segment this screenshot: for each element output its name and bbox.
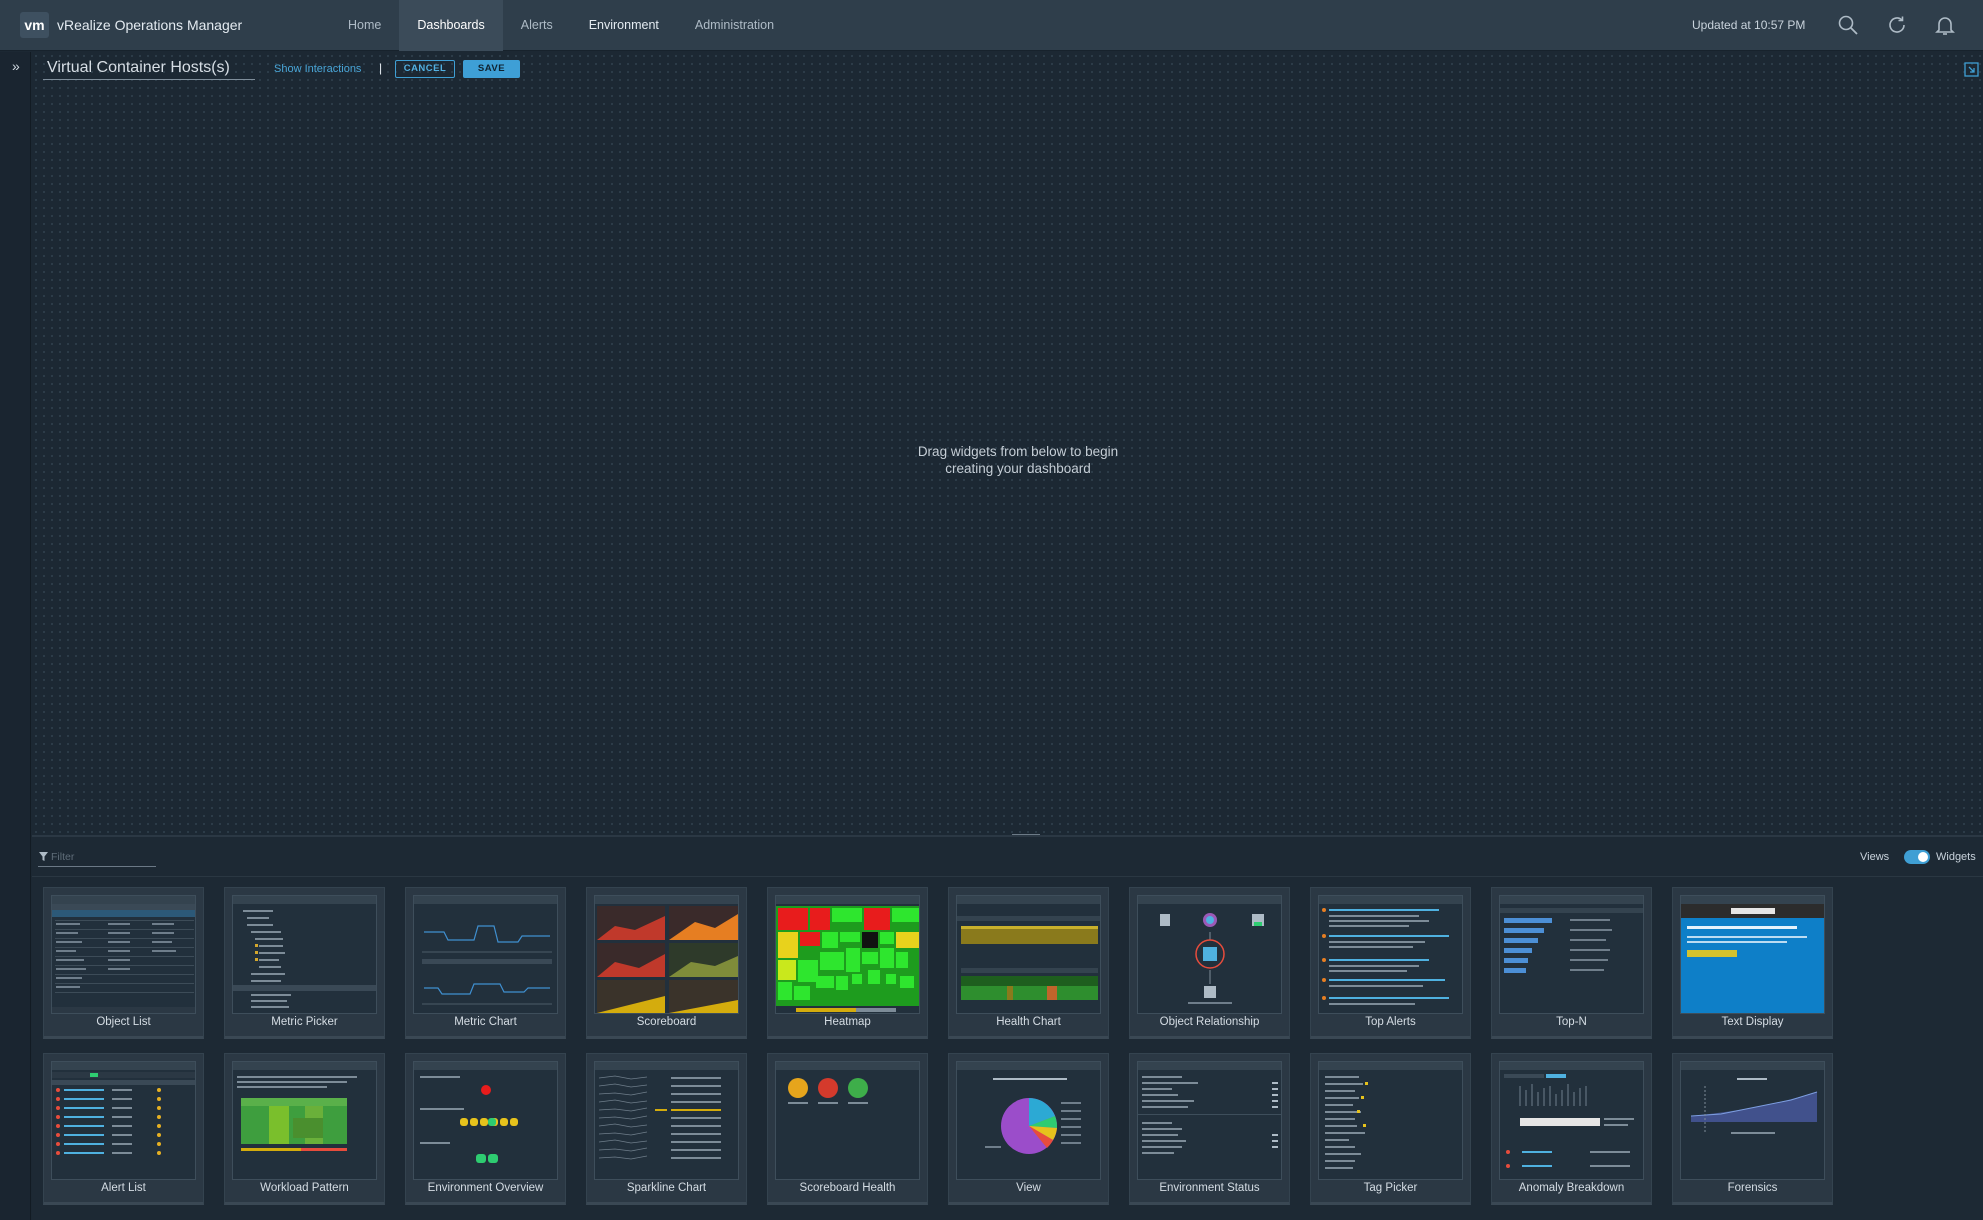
widget-thumbnail <box>1318 1061 1463 1180</box>
top-navigation-bar: vm vRealize Operations Manager Home Dash… <box>0 0 1983 51</box>
widget-tile-heatmap[interactable]: Heatmap <box>767 887 928 1039</box>
widget-thumbnail <box>51 895 196 1014</box>
nav-environment[interactable]: Environment <box>571 0 677 51</box>
widget-thumbnail <box>1680 895 1825 1014</box>
widget-label: Object List <box>96 1016 151 1028</box>
widget-tile-alert-list[interactable]: Alert List <box>43 1053 204 1205</box>
widget-label: Scoreboard <box>636 1016 697 1028</box>
widget-tile-top-n[interactable]: Top-N <box>1491 887 1652 1039</box>
widget-tile-metric-chart[interactable]: Metric Chart <box>405 887 566 1039</box>
widget-label: Object Relationship <box>1159 1016 1260 1028</box>
empty-canvas-message: Drag widgets from below to begin creatin… <box>880 443 1156 477</box>
widget-thumbnail <box>956 895 1101 1014</box>
widget-tile-environment-overview[interactable]: Environment Overview <box>405 1053 566 1205</box>
widget-tile-object-list[interactable]: Object List <box>43 887 204 1039</box>
widget-tile-object-relationship[interactable]: Object Relationship <box>1129 887 1290 1039</box>
widget-thumbnail <box>956 1061 1101 1180</box>
widget-label: Top Alerts <box>1365 1016 1416 1028</box>
expand-widget-panel-icon[interactable] <box>1964 62 1979 77</box>
widget-tile-environment-status[interactable]: Environment Status <box>1129 1053 1290 1205</box>
widget-label: Heatmap <box>824 1016 871 1028</box>
widgets-toggle-label: Widgets <box>1936 851 1976 863</box>
expand-panel-icon[interactable]: » <box>12 58 20 74</box>
filter-icon <box>39 852 48 861</box>
cancel-button[interactable]: CANCEL <box>395 60 455 78</box>
filter-box <box>38 849 156 867</box>
widget-thumbnail <box>594 895 739 1014</box>
widget-tile-anomaly-breakdown[interactable]: Anomaly Breakdown <box>1491 1053 1652 1205</box>
vmware-logo: vm <box>20 12 49 38</box>
widget-label: Forensics <box>1727 1182 1778 1194</box>
nav-dashboards[interactable]: Dashboards <box>399 0 503 51</box>
save-button[interactable]: SAVE <box>463 60 520 78</box>
widget-thumbnail <box>1318 895 1463 1014</box>
widget-label: Anomaly Breakdown <box>1518 1182 1625 1194</box>
widget-tile-scoreboard[interactable]: Scoreboard <box>586 887 747 1039</box>
widget-tile-scoreboard-health[interactable]: Scoreboard Health <box>767 1053 928 1205</box>
widget-label: Metric Picker <box>271 1016 338 1028</box>
search-icon[interactable] <box>1837 14 1859 36</box>
toolbar-separator: | <box>379 61 383 75</box>
widget-thumbnail <box>1499 1061 1644 1180</box>
palette-divider <box>32 876 1983 877</box>
widget-label: Text Display <box>1721 1016 1784 1028</box>
widget-thumbnail <box>775 895 920 1014</box>
nav-home[interactable]: Home <box>330 0 399 51</box>
views-widgets-toggle[interactable] <box>1904 850 1930 864</box>
widget-tile-view[interactable]: View <box>948 1053 1109 1205</box>
widget-label: Sparkline Chart <box>626 1182 707 1194</box>
app-title: vRealize Operations Manager <box>57 17 243 33</box>
widget-thumbnail <box>413 1061 558 1180</box>
widget-label: Workload Pattern <box>260 1182 349 1194</box>
widget-label: Top-N <box>1556 1016 1587 1028</box>
widget-tile-text-display[interactable]: Text Display <box>1672 887 1833 1039</box>
collapsed-side-panel: » <box>0 52 31 1220</box>
widget-tile-forensics[interactable]: Forensics <box>1672 1053 1833 1205</box>
widget-thumbnail <box>594 1061 739 1180</box>
show-interactions-link[interactable]: Show Interactions <box>274 63 361 75</box>
widget-label: Alert List <box>101 1182 146 1194</box>
widget-label: Tag Picker <box>1363 1182 1418 1194</box>
widget-thumbnail <box>413 895 558 1014</box>
filter-input[interactable] <box>51 850 151 864</box>
widget-label: Metric Chart <box>454 1016 517 1028</box>
widget-tile-sparkline-chart[interactable]: Sparkline Chart <box>586 1053 747 1205</box>
widget-tile-tag-picker[interactable]: Tag Picker <box>1310 1053 1471 1205</box>
views-toggle-label: Views <box>1860 851 1890 863</box>
widget-label: Health Chart <box>996 1016 1061 1028</box>
nav-alerts[interactable]: Alerts <box>503 0 571 51</box>
widget-thumbnail <box>1680 1061 1825 1180</box>
widget-thumbnail <box>232 895 377 1014</box>
widget-tile-workload-pattern[interactable]: Workload Pattern <box>224 1053 385 1205</box>
widget-label: Environment Status <box>1159 1182 1260 1194</box>
last-updated-text: Updated at 10:57 PM <box>1692 18 1806 32</box>
widget-thumbnail <box>51 1061 196 1180</box>
dashboard-title-field[interactable]: Virtual Container Hosts(s) <box>43 58 255 80</box>
widget-label: Scoreboard Health <box>799 1182 896 1194</box>
notifications-bell-icon[interactable] <box>1934 14 1956 36</box>
widget-label: Environment Overview <box>427 1182 544 1194</box>
empty-canvas-message-line2: creating your dashboard <box>945 461 1091 476</box>
widget-tile-top-alerts[interactable]: Top Alerts <box>1310 887 1471 1039</box>
widget-label: View <box>1016 1182 1041 1194</box>
widget-tile-health-chart[interactable]: Health Chart <box>948 887 1109 1039</box>
empty-canvas-message-line1: Drag widgets from below to begin <box>917 444 1119 459</box>
widget-thumbnail <box>232 1061 377 1180</box>
widget-thumbnail <box>775 1061 920 1180</box>
widget-thumbnail <box>1499 895 1644 1014</box>
toggle-knob <box>1918 852 1928 862</box>
main-nav: Home Dashboards Alerts Environment Admin… <box>330 0 792 51</box>
widget-thumbnail <box>1137 895 1282 1014</box>
nav-administration[interactable]: Administration <box>677 0 792 51</box>
refresh-icon[interactable] <box>1886 14 1908 36</box>
widget-thumbnail <box>1137 1061 1282 1180</box>
widget-tile-metric-picker[interactable]: Metric Picker <box>224 887 385 1039</box>
